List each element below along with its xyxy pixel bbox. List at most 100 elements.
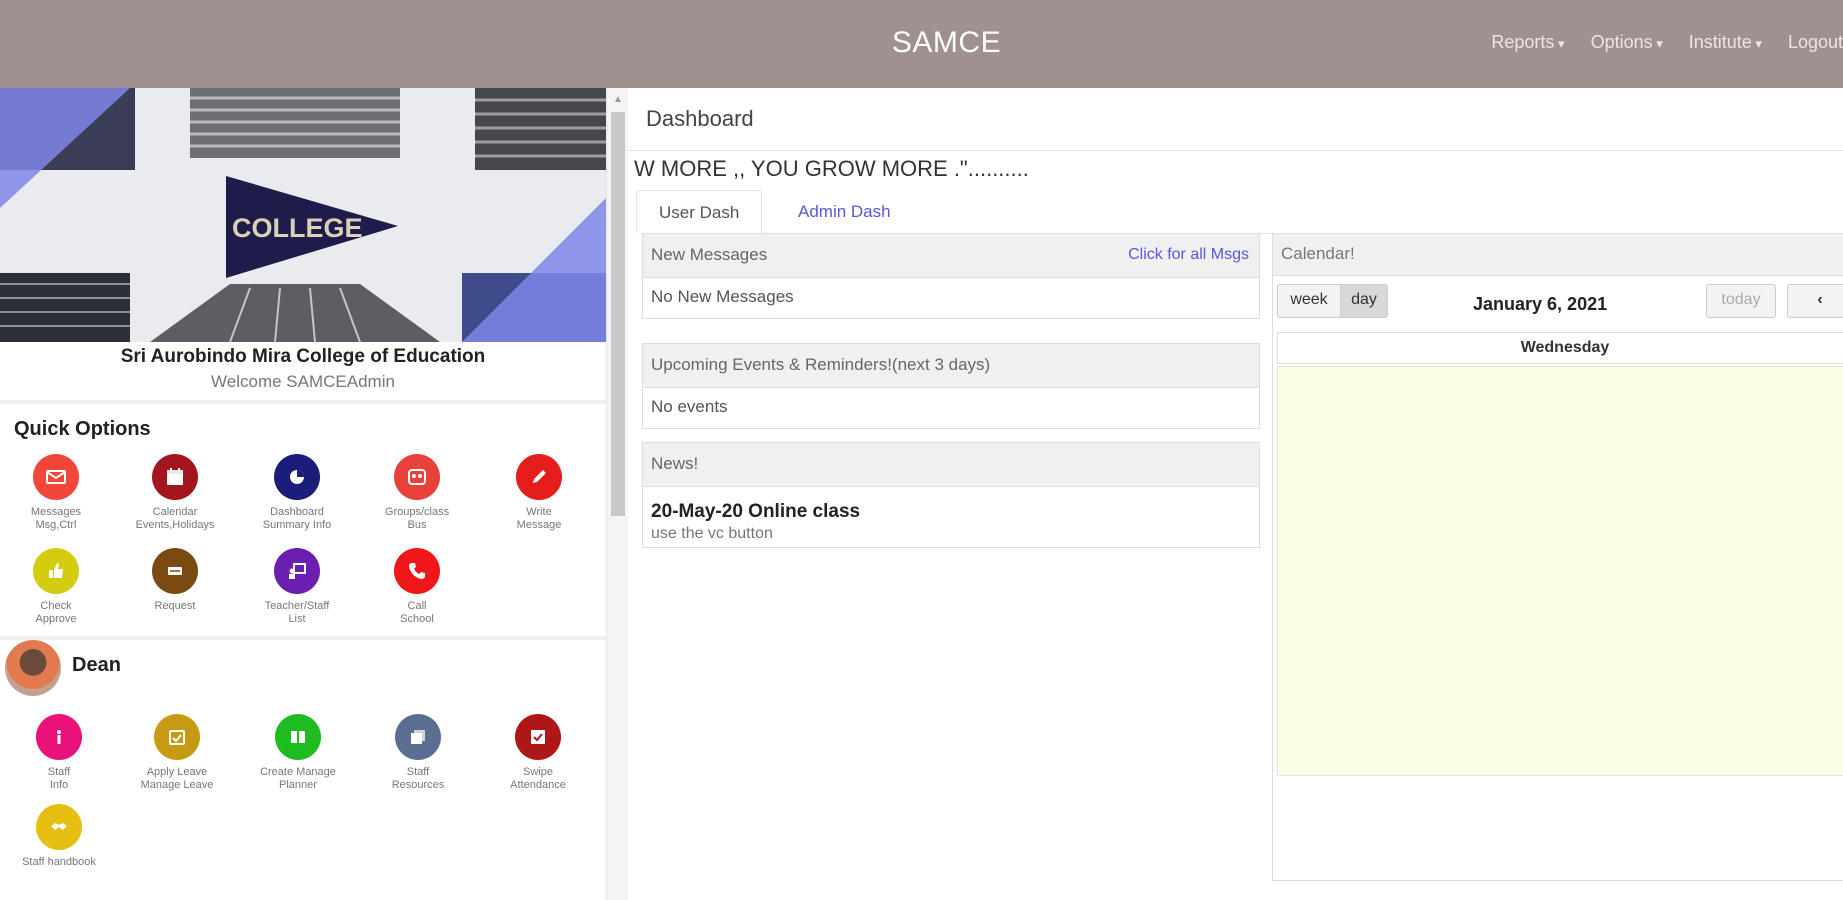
welcome-text: Welcome SAMCEAdmin bbox=[211, 372, 395, 391]
card-title: Calendar! bbox=[1281, 244, 1355, 263]
teacher-icon bbox=[274, 548, 320, 594]
group-icon bbox=[394, 454, 440, 500]
divider bbox=[0, 400, 606, 404]
quick-option-label: Groups/class bbox=[384, 506, 450, 518]
dean-option-sublabel: Manage Leave bbox=[140, 779, 214, 791]
avatar bbox=[5, 640, 61, 696]
main-content: Dashboard W MORE ,, YOU GROW MORE ."....… bbox=[628, 88, 1843, 900]
dean-label: Dean bbox=[72, 654, 121, 676]
nav-menu: Reports Options Institute Logout bbox=[1491, 32, 1843, 53]
college-banner-image: COLLEGE bbox=[0, 88, 606, 342]
quick-option-label: Calendar bbox=[152, 506, 198, 518]
calendar-card: Calendar! week day January 6, 2021 today… bbox=[1272, 233, 1843, 881]
sidebar: COLLEGE Sri Aurobindo Mira College of Ed… bbox=[0, 88, 606, 900]
quick-option-sublabel: School bbox=[400, 613, 434, 625]
sidebar-scrollbar[interactable]: ▲ bbox=[606, 88, 628, 900]
quick-option-label: Dashboard bbox=[270, 506, 324, 518]
dean-option-label: Staff handbook bbox=[22, 856, 96, 868]
quick-option-teacher-list[interactable]: Teacher/Staff List bbox=[242, 548, 352, 626]
resources-icon bbox=[395, 714, 441, 760]
phone-icon bbox=[394, 548, 440, 594]
quick-option-sublabel: Msg,Ctrl bbox=[35, 519, 77, 531]
quick-option-label: Teacher/Staff bbox=[264, 600, 330, 612]
calendar-prev-button[interactable]: ‹ bbox=[1787, 284, 1843, 318]
quick-option-label: Check bbox=[40, 600, 72, 612]
dean-option-label: Swipe bbox=[523, 766, 553, 778]
calendar-today-button[interactable]: today bbox=[1706, 284, 1776, 318]
nav-reports[interactable]: Reports bbox=[1491, 32, 1564, 53]
quick-option-call-school[interactable]: Call School bbox=[362, 548, 472, 626]
quick-option-sublabel: Bus bbox=[407, 519, 427, 531]
scrollbar-thumb[interactable] bbox=[611, 112, 625, 516]
quick-option-label: Messages bbox=[30, 506, 82, 518]
tab-admin-dash[interactable]: Admin Dash bbox=[776, 190, 913, 234]
pie-chart-icon bbox=[274, 454, 320, 500]
quick-options-title: Quick Options bbox=[14, 418, 151, 440]
quick-option-label: Call bbox=[407, 600, 427, 612]
nav-logout[interactable]: Logout bbox=[1788, 32, 1843, 53]
calendar-day-button[interactable]: day bbox=[1340, 284, 1388, 318]
top-navbar: SAMCE Reports Options Institute Logout bbox=[0, 0, 1843, 88]
dean-option-swipe-attendance[interactable]: Swipe Attendance bbox=[483, 714, 593, 792]
envelope-icon bbox=[33, 454, 79, 500]
calendar-weekday-header: Wednesday bbox=[1277, 332, 1843, 364]
ticket-icon bbox=[152, 548, 198, 594]
dashboard-tabs: User Dash Admin Dash bbox=[636, 190, 1843, 234]
handshake-icon bbox=[36, 804, 82, 850]
scroll-up-arrow-icon[interactable]: ▲ bbox=[613, 94, 623, 105]
quick-option-groups[interactable]: Groups/class Bus bbox=[362, 454, 472, 532]
card-title: Upcoming Events & Reminders!(next 3 days… bbox=[651, 355, 991, 374]
messages-body: No New Messages bbox=[651, 287, 794, 306]
info-icon bbox=[36, 714, 82, 760]
dean-option-sublabel: Planner bbox=[279, 779, 317, 791]
new-messages-card: New Messages Click for all Msgs No New M… bbox=[642, 233, 1260, 319]
dean-option-label: Staff bbox=[47, 766, 71, 778]
card-title: New Messages bbox=[651, 245, 768, 264]
dean-option-sublabel: Info bbox=[49, 779, 69, 791]
calendar-day-grid[interactable] bbox=[1277, 366, 1843, 776]
calendar-date: January 6, 2021 bbox=[1473, 294, 1608, 314]
dean-option-sublabel: Attendance bbox=[510, 779, 566, 791]
marquee-text: W MORE ,, YOU GROW MORE .".......... bbox=[634, 156, 1029, 181]
dean-option-label: Staff bbox=[406, 766, 430, 778]
dean-option-apply-leave[interactable]: Apply Leave Manage Leave bbox=[122, 714, 232, 792]
card-title: News! bbox=[651, 454, 699, 473]
divider bbox=[628, 150, 1843, 151]
checkbox-icon bbox=[515, 714, 561, 760]
banner-illustration: COLLEGE bbox=[0, 88, 606, 342]
quick-option-sublabel: List bbox=[288, 613, 306, 625]
college-name: Sri Aurobindo Mira College of Education bbox=[120, 346, 486, 367]
calendar-check-icon bbox=[154, 714, 200, 760]
calendar-week-button[interactable]: week bbox=[1277, 284, 1341, 318]
banner-college-text: COLLEGE bbox=[232, 213, 363, 243]
tab-user-dash[interactable]: User Dash bbox=[636, 190, 763, 234]
all-messages-link[interactable]: Click for all Msgs bbox=[1128, 246, 1249, 264]
dean-option-staff-resources[interactable]: Staff Resources bbox=[363, 714, 473, 792]
quick-option-check-approve[interactable]: Check Approve bbox=[1, 548, 111, 626]
quick-option-label: Request bbox=[154, 600, 196, 612]
pencil-icon bbox=[516, 454, 562, 500]
thumbs-up-icon bbox=[33, 548, 79, 594]
divider bbox=[0, 636, 606, 640]
quick-option-sublabel: Approve bbox=[35, 613, 77, 625]
quick-option-label: Write bbox=[526, 506, 552, 518]
quick-option-sublabel: Summary Info bbox=[262, 519, 332, 531]
dean-option-sublabel: Resources bbox=[391, 779, 445, 791]
news-item-body: use the vc button bbox=[651, 525, 773, 542]
quick-option-calendar[interactable]: Calendar Events,Holidays bbox=[120, 454, 230, 532]
dean-option-planner[interactable]: Create Manage Planner bbox=[243, 714, 353, 792]
quick-option-messages[interactable]: Messages Msg,Ctrl bbox=[1, 454, 111, 532]
dean-option-label: Apply Leave bbox=[146, 766, 208, 778]
dean-option-staff-info[interactable]: Staff Info bbox=[4, 714, 114, 792]
nav-institute[interactable]: Institute bbox=[1689, 32, 1762, 53]
planner-icon bbox=[275, 714, 321, 760]
calendar-icon bbox=[152, 454, 198, 500]
quick-option-write-message[interactable]: Write Message bbox=[484, 454, 594, 532]
upcoming-events-card: Upcoming Events & Reminders!(next 3 days… bbox=[642, 343, 1260, 429]
nav-options[interactable]: Options bbox=[1591, 32, 1663, 53]
quick-option-request[interactable]: Request bbox=[120, 548, 230, 613]
quick-option-dashboard[interactable]: Dashboard Summary Info bbox=[242, 454, 352, 532]
quick-option-sublabel: Events,Holidays bbox=[135, 519, 215, 531]
events-body: No events bbox=[651, 397, 728, 416]
dean-option-staff-handbook[interactable]: Staff handbook bbox=[4, 804, 114, 869]
